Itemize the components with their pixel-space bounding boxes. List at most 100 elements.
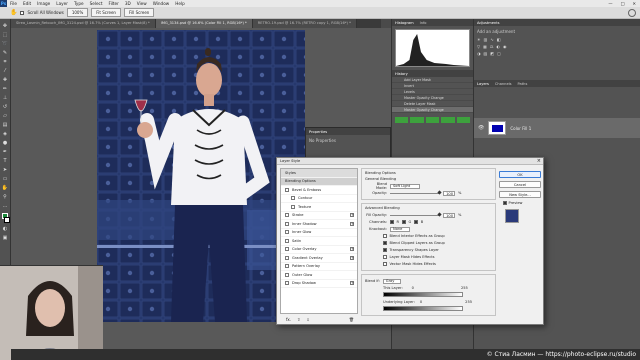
move-down-icon[interactable]: ⇩ <box>306 317 309 322</box>
zoom-100-button[interactable]: 100% <box>66 8 89 17</box>
tab-channels[interactable]: Channels <box>495 82 512 86</box>
fx-icon[interactable]: fx. <box>286 317 291 322</box>
marquee-tool-icon[interactable]: ⬚ <box>2 31 9 38</box>
vibrance-icon[interactable]: ▽ <box>477 44 480 49</box>
path-select-tool-icon[interactable]: ➤ <box>2 166 9 173</box>
bevel-checkbox[interactable] <box>285 187 289 192</box>
more-tools-icon[interactable]: … <box>2 202 9 209</box>
trash-icon[interactable]: 🗑 <box>349 317 354 322</box>
move-tool-icon[interactable]: ✥ <box>2 22 9 29</box>
add-stroke-icon[interactable]: + <box>350 213 354 218</box>
menu-view[interactable]: View <box>134 1 150 6</box>
background-color-swatch[interactable] <box>3 217 10 223</box>
preview-checkbox[interactable] <box>503 201 507 205</box>
selective-color-icon[interactable]: ▢ <box>497 51 501 56</box>
fill-screen-button[interactable]: Fill Screen <box>123 8 155 17</box>
stroke-checkbox[interactable] <box>285 213 289 218</box>
style-item-inner-glow[interactable]: Inner Glow <box>281 229 357 237</box>
lasso-tool-icon[interactable]: ➰ <box>2 40 9 47</box>
tab-document-2[interactable]: IMG_3134.psd @ 16.6% (Color Fill 1, RGB/… <box>155 19 253 28</box>
blend-interior-checkbox[interactable] <box>383 234 387 238</box>
menu-select[interactable]: Select <box>87 1 106 6</box>
drop-shadow-checkbox[interactable] <box>285 281 289 286</box>
style-item-outer-glow[interactable]: Outer Glow <box>281 271 357 280</box>
inner-shadow-checkbox[interactable] <box>285 221 289 226</box>
curves-icon[interactable]: ∿ <box>490 37 493 42</box>
invert-icon[interactable]: ◑ <box>477 51 481 56</box>
menu-image[interactable]: Image <box>34 1 53 6</box>
menu-window[interactable]: Window <box>150 1 173 6</box>
menu-edit[interactable]: Edit <box>20 1 34 6</box>
document-image[interactable] <box>97 30 305 322</box>
inner-glow-checkbox[interactable] <box>285 230 289 235</box>
type-tool-icon[interactable]: T <box>2 157 9 164</box>
eyedropper-tool-icon[interactable]: ⁄ <box>2 67 9 74</box>
opacity-input[interactable]: 100 <box>443 190 455 196</box>
menu-layer[interactable]: Layer <box>53 1 71 6</box>
opacity-slider[interactable] <box>390 189 442 195</box>
maximize-icon[interactable]: □ <box>617 1 629 6</box>
history-brush-tool-icon[interactable]: ↺ <box>2 103 9 110</box>
history-item-selected[interactable]: Master Opacity Change <box>392 107 473 113</box>
threshold-icon[interactable]: ◩ <box>490 51 494 56</box>
dialog-title-bar[interactable]: Layer Style × <box>277 158 543 165</box>
tab-history[interactable]: History <box>395 72 408 76</box>
channel-g-checkbox[interactable] <box>402 220 406 224</box>
contour-checkbox[interactable] <box>291 196 295 201</box>
close-icon[interactable]: ✕ <box>628 1 640 6</box>
blend-clipped-checkbox[interactable] <box>383 241 387 245</box>
visibility-eye-icon[interactable]: 👁 <box>478 125 484 131</box>
menu-help[interactable]: Help <box>172 1 188 6</box>
dodge-tool-icon[interactable]: ● <box>2 139 9 146</box>
tab-document-1[interactable]: Sirea_Lasmin_Retouch_IMG_3124.psd @ 16.7… <box>11 19 156 28</box>
quick-mask-icon[interactable]: ◐ <box>2 225 9 232</box>
move-up-icon[interactable]: ⇧ <box>297 317 300 322</box>
opacity-slider-knob[interactable] <box>437 189 442 195</box>
blending-options-item[interactable]: Blending Options <box>281 177 357 186</box>
search-icon[interactable] <box>628 8 636 17</box>
channel-r-checkbox[interactable] <box>390 220 394 224</box>
new-style-button[interactable]: New Style... <box>499 191 541 198</box>
exposure-icon[interactable]: ◧ <box>497 37 501 42</box>
pen-tool-icon[interactable]: ✒ <box>2 148 9 155</box>
menu-filter[interactable]: Filter <box>105 1 121 6</box>
quick-select-tool-icon[interactable]: ✎ <box>2 49 9 56</box>
fit-screen-button[interactable]: Fit Screen <box>91 8 121 17</box>
hand-tool-icon[interactable]: ✋ <box>2 184 9 191</box>
eraser-tool-icon[interactable]: ▱ <box>2 112 9 119</box>
layer-mask-hides-checkbox[interactable] <box>383 255 387 259</box>
posterize-icon[interactable]: ▨ <box>484 51 488 56</box>
style-item-texture[interactable]: Texture <box>281 203 357 212</box>
add-gradient-overlay-icon[interactable]: + <box>350 255 354 260</box>
tab-info[interactable]: Info <box>420 21 427 25</box>
gradient-tool-icon[interactable]: ▤ <box>2 121 9 128</box>
add-color-overlay-icon[interactable]: + <box>350 247 354 252</box>
zoom-tool-icon[interactable]: ⚲ <box>2 193 9 200</box>
style-item-satin[interactable]: Satin <box>281 237 357 246</box>
cancel-button[interactable]: Cancel <box>499 181 541 188</box>
menu-3d[interactable]: 3D <box>122 1 134 6</box>
tab-layers[interactable]: Layers <box>477 82 489 86</box>
blend-mode-select[interactable]: Soft Light <box>390 183 420 189</box>
fill-opacity-slider[interactable] <box>390 211 442 217</box>
blur-tool-icon[interactable]: ◈ <box>2 130 9 137</box>
style-item-drop-shadow[interactable]: Drop Shadow + <box>281 280 357 288</box>
clone-stamp-tool-icon[interactable]: ⊥ <box>2 94 9 101</box>
channel-b-checkbox[interactable] <box>414 220 418 224</box>
bw-icon[interactable]: ◐ <box>496 44 500 49</box>
style-item-gradient-overlay[interactable]: Gradient Overlay + <box>281 254 357 263</box>
add-inner-shadow-icon[interactable]: + <box>350 221 354 226</box>
brightness-icon[interactable]: ☀ <box>477 37 481 42</box>
healing-brush-tool-icon[interactable]: ✚ <box>2 76 9 83</box>
tab-paths[interactable]: Paths <box>518 82 528 86</box>
screen-mode-icon[interactable]: ▣ <box>2 234 9 241</box>
scroll-all-checkbox[interactable] <box>20 10 25 15</box>
gradient-overlay-checkbox[interactable] <box>285 255 289 260</box>
texture-checkbox[interactable] <box>291 204 295 209</box>
tab-document-3[interactable]: RETRO-19.psd @ 16.7% (RETRO copy 1, RGB/… <box>252 19 357 28</box>
menu-type[interactable]: Type <box>71 1 87 6</box>
levels-icon[interactable]: ▥ <box>484 37 488 42</box>
style-item-pattern-overlay[interactable]: Pattern Overlay <box>281 263 357 271</box>
fill-opacity-knob[interactable] <box>437 211 442 217</box>
style-item-inner-shadow[interactable]: Inner Shadow + <box>281 220 357 229</box>
